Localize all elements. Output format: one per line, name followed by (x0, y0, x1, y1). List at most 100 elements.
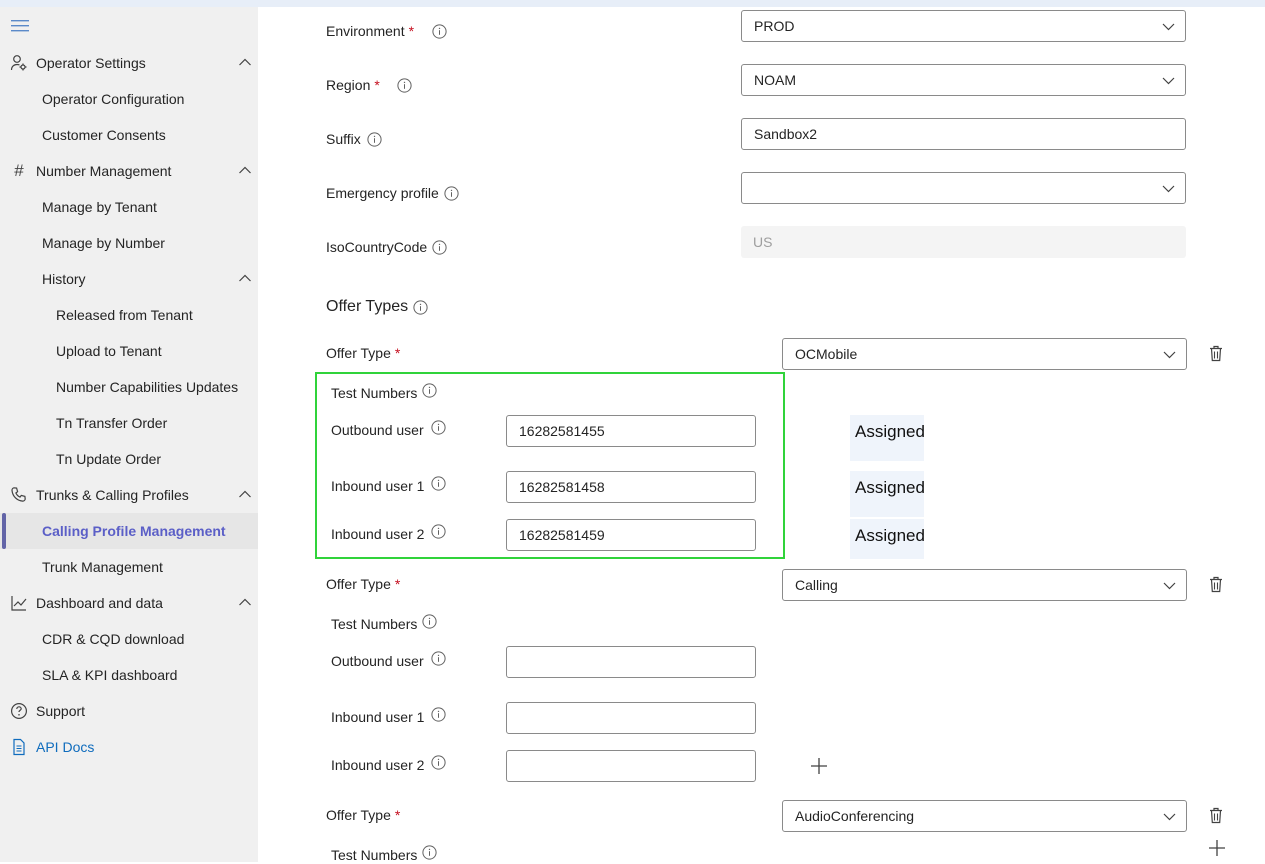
offer-type-label: Offer Type * (326, 345, 401, 361)
add-icon[interactable] (810, 757, 828, 775)
region-select[interactable]: NOAM (741, 64, 1186, 96)
sidebar-item-api-docs[interactable]: API Docs (0, 729, 258, 765)
sidebar-item-manage-by-tenant[interactable]: Manage by Tenant (0, 189, 258, 225)
sidebar-item-dashboard-and-data[interactable]: Dashboard and data (0, 585, 258, 621)
region-label: Region * (326, 77, 380, 93)
offer-type-value: OCMobile (795, 346, 858, 362)
sidebar-item-label: Manage by Number (42, 235, 165, 251)
chevron-up-icon[interactable] (238, 595, 252, 609)
sidebar-item-label: API Docs (36, 739, 95, 755)
chevron-down-icon (1162, 23, 1175, 31)
inbound-user-2-label: Inbound user 2 (331, 526, 425, 542)
hamburger-menu-icon[interactable] (11, 19, 29, 33)
sidebar-item-support[interactable]: Support (0, 693, 258, 729)
offer-type-select[interactable]: Calling (782, 569, 1187, 601)
delete-icon[interactable] (1209, 345, 1223, 362)
sidebar-item-upload-to-tenant[interactable]: Upload to Tenant (0, 333, 258, 369)
inbound-user-1-input[interactable]: 16282581458 (506, 471, 756, 503)
sidebar-item-label: Operator Configuration (42, 91, 185, 107)
offer-type-value: Calling (795, 577, 838, 593)
sidebar-item-history[interactable]: History (0, 261, 258, 297)
sidebar-item-sla-kpi-dashboard[interactable]: SLA & KPI dashboard (0, 657, 258, 693)
test-numbers-label: Test Numbers (331, 847, 418, 863)
suffix-label: Suffix (326, 131, 361, 147)
sidebar-item-operator-configuration[interactable]: Operator Configuration (0, 81, 258, 117)
sidebar-item-label: Support (36, 703, 86, 719)
sidebar-item-label: Trunks & Calling Profiles (36, 487, 189, 503)
test-numbers-label: Test Numbers (331, 385, 418, 401)
sidebar-item-number-management[interactable]: # Number Management (0, 153, 258, 189)
chevron-down-icon (1162, 77, 1175, 85)
inbound-user-2-input[interactable] (506, 750, 756, 782)
sidebar-item-label: CDR & CQD download (42, 631, 185, 647)
info-icon[interactable] (431, 524, 446, 539)
chevron-down-icon (1163, 582, 1176, 590)
sidebar-item-customer-consents[interactable]: Customer Consents (0, 117, 258, 153)
environment-label: Environment * (326, 23, 415, 39)
sidebar-item-label: Released from Tenant (56, 307, 193, 323)
sidebar-item-label: Calling Profile Management (42, 523, 226, 539)
top-bar (0, 0, 1265, 7)
test-numbers-label: Test Numbers (331, 616, 418, 632)
info-icon[interactable] (422, 614, 437, 629)
sidebar-item-released-from-tenant[interactable]: Released from Tenant (0, 297, 258, 333)
sidebar-item-tn-update-order[interactable]: Tn Update Order (0, 441, 258, 477)
environment-select[interactable]: PROD (741, 10, 1186, 42)
sidebar-item-label: Operator Settings (36, 55, 146, 71)
offer-type-label: Offer Type * (326, 807, 401, 823)
info-icon[interactable] (431, 707, 446, 722)
suffix-input[interactable]: Sandbox2 (741, 118, 1186, 150)
info-icon[interactable] (431, 651, 446, 666)
chevron-up-icon[interactable] (238, 163, 252, 177)
info-icon[interactable] (431, 476, 446, 491)
sidebar-item-cdr-cqd-download[interactable]: CDR & CQD download (0, 621, 258, 657)
inbound-user-1-input[interactable] (506, 702, 756, 734)
sidebar-item-tn-transfer-order[interactable]: Tn Transfer Order (0, 405, 258, 441)
emergency-profile-select[interactable] (741, 172, 1186, 204)
info-icon[interactable] (422, 845, 437, 860)
sidebar-item-label: Manage by Tenant (42, 199, 157, 215)
sidebar-item-label: Tn Transfer Order (56, 415, 168, 431)
sidebar-item-trunks-calling-profiles[interactable]: Trunks & Calling Profiles (0, 477, 258, 513)
sidebar-item-trunk-management[interactable]: Trunk Management (0, 549, 258, 585)
info-icon[interactable] (431, 420, 446, 435)
region-value: NOAM (754, 72, 796, 88)
info-icon[interactable] (432, 24, 447, 39)
sidebar-item-label: Number Capabilities Updates (56, 379, 239, 395)
sidebar-item-manage-by-number[interactable]: Manage by Number (0, 225, 258, 261)
info-icon[interactable] (431, 755, 446, 770)
chart-line-icon (10, 594, 28, 612)
offer-type-label: Offer Type * (326, 576, 401, 592)
chevron-down-icon (1162, 185, 1175, 193)
info-icon[interactable] (432, 240, 447, 255)
delete-icon[interactable] (1209, 807, 1223, 824)
outbound-user-input[interactable] (506, 646, 756, 678)
inbound-user-1-label: Inbound user 1 (331, 478, 425, 494)
chevron-up-icon[interactable] (238, 55, 252, 69)
info-icon[interactable] (367, 132, 382, 147)
offer-type-select[interactable]: OCMobile (782, 338, 1187, 370)
person-settings-icon (10, 54, 28, 72)
sidebar-item-calling-profile-management[interactable]: Calling Profile Management (0, 513, 258, 549)
outbound-user-label: Outbound user (331, 422, 424, 438)
delete-icon[interactable] (1209, 576, 1223, 593)
chevron-up-icon[interactable] (238, 271, 252, 285)
outbound-user-input[interactable]: 16282581455 (506, 415, 756, 447)
chevron-up-icon[interactable] (238, 487, 252, 501)
document-icon (10, 738, 28, 756)
chevron-down-icon (1163, 351, 1176, 359)
offer-type-select[interactable]: AudioConferencing (782, 800, 1187, 832)
status-badge: Assigned (850, 519, 925, 559)
question-circle-icon (10, 702, 28, 720)
inbound-user-2-input[interactable]: 16282581459 (506, 519, 756, 551)
chevron-down-icon (1163, 813, 1176, 821)
add-icon[interactable] (1208, 839, 1226, 857)
info-icon[interactable] (444, 186, 459, 201)
sidebar-item-number-capabilities-updates[interactable]: Number Capabilities Updates (0, 369, 258, 405)
info-icon[interactable] (397, 78, 412, 93)
sidebar-item-operator-settings[interactable]: Operator Settings (0, 45, 258, 81)
sidebar-item-label: Customer Consents (42, 127, 166, 143)
status-badge: Assigned (850, 415, 925, 461)
info-icon[interactable] (422, 383, 437, 398)
info-icon[interactable] (413, 300, 428, 315)
